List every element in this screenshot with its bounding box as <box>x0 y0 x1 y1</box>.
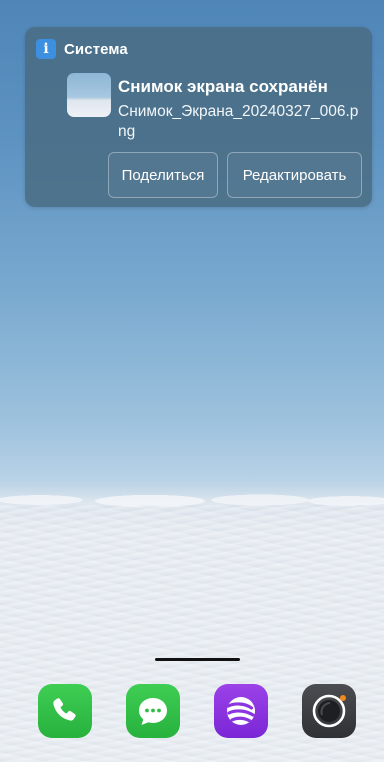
camera-icon <box>312 694 346 728</box>
browser-icon <box>226 697 255 725</box>
notification-header: i Система <box>36 39 128 59</box>
notification-body: Снимок_Экрана_20240327_006.png <box>118 103 359 140</box>
phone-icon <box>53 698 76 721</box>
browser-app-icon[interactable] <box>214 684 268 738</box>
share-button[interactable]: Поделиться <box>108 152 218 198</box>
message-icon <box>139 698 167 725</box>
home-indicator[interactable] <box>155 658 240 661</box>
messages-app-icon[interactable] <box>126 684 180 738</box>
camera-app-icon[interactable] <box>302 684 356 738</box>
edit-button[interactable]: Редактировать <box>227 152 362 198</box>
home-screen: i Система Снимок экрана сохранён Снимок_… <box>0 0 384 762</box>
notification-title: Снимок экрана сохранён <box>118 77 328 96</box>
info-icon: i <box>36 39 56 59</box>
notification-app-name: Система <box>64 40 128 58</box>
screenshot-thumbnail[interactable] <box>67 73 111 117</box>
phone-app-icon[interactable] <box>38 684 92 738</box>
